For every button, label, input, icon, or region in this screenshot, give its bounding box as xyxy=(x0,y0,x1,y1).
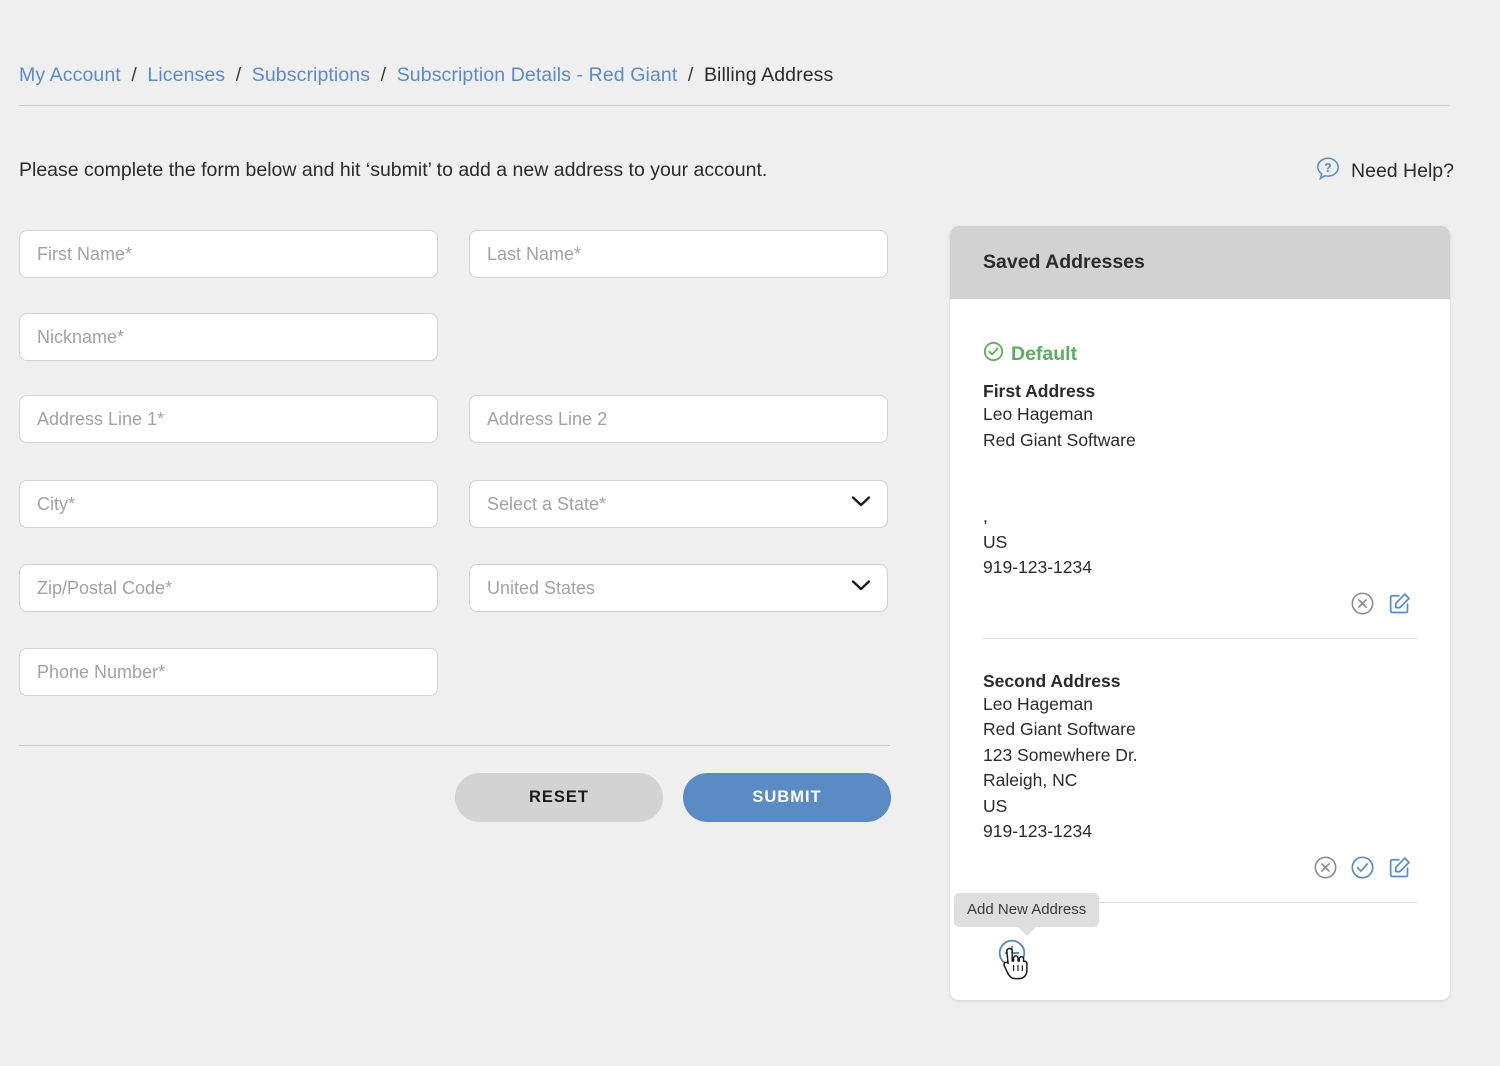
need-help-link[interactable]: ? Need Help? xyxy=(1314,155,1454,188)
address-line: 919-123-1234 xyxy=(983,821,1092,841)
address-line xyxy=(983,479,1417,505)
address-line: 123 Somewhere Dr. xyxy=(983,744,1138,765)
breadcrumb-item-subscriptions[interactable]: Subscriptions xyxy=(252,64,370,86)
default-status-badge: Default xyxy=(983,341,1417,367)
question-bubble-icon: ? xyxy=(1314,155,1342,188)
zip-placeholder: Zip/Postal Code* xyxy=(37,577,173,598)
add-new-address-button[interactable] xyxy=(997,938,1027,968)
phone-placeholder: Phone Number* xyxy=(37,661,166,682)
nickname-placeholder: Nickname* xyxy=(37,326,125,347)
add-new-address-tooltip: Add New Address xyxy=(954,892,1100,936)
address-line: 919-123-1234 xyxy=(983,557,1092,577)
page-instruction: Please complete the form below and hit ‘… xyxy=(19,159,768,181)
address-line xyxy=(983,453,1417,479)
address-line: Red Giant Software xyxy=(983,429,1136,450)
add-new-address-row: Add New Address xyxy=(954,892,1417,995)
address-line-2-input[interactable]: Address Line 2 xyxy=(469,395,888,443)
delete-address-icon[interactable] xyxy=(1313,855,1338,880)
address-actions xyxy=(983,855,1417,880)
default-badge-label: Default xyxy=(1011,342,1078,365)
state-select[interactable]: Select a State* xyxy=(469,480,888,528)
first-name-input[interactable]: First Name* xyxy=(19,230,438,278)
country-select[interactable]: United States xyxy=(469,564,888,612)
address-actions xyxy=(983,591,1417,616)
delete-address-icon[interactable] xyxy=(1350,591,1375,616)
address-line: US xyxy=(983,531,1008,552)
address-line: Leo Hageman xyxy=(983,404,1093,424)
address-line: US xyxy=(983,795,1008,816)
form-actions: RESET SUBMIT xyxy=(455,773,891,822)
state-select-value: Select a State* xyxy=(487,493,607,514)
check-circle-icon xyxy=(983,341,1004,367)
last-name-placeholder: Last Name* xyxy=(487,243,582,264)
address-line: Red Giant Software xyxy=(983,719,1136,739)
edit-address-icon[interactable] xyxy=(1387,591,1412,616)
saved-address-entry: Default First Address Leo Hageman Red Gi… xyxy=(983,341,1417,639)
zip-input[interactable]: Zip/Postal Code* xyxy=(19,564,438,612)
address-nickname: First Address xyxy=(983,381,1096,401)
saved-addresses-header: Saved Addresses xyxy=(950,226,1450,299)
breadcrumb-separator: / xyxy=(687,64,694,86)
address-entry-divider xyxy=(983,637,1417,639)
saved-address-entry: Second Address Leo Hageman Red Giant Sof… xyxy=(983,671,1417,903)
breadcrumb-divider xyxy=(19,105,1449,106)
address-line: Raleigh, NC xyxy=(983,770,1078,790)
address-line-1-placeholder: Address Line 1* xyxy=(37,408,165,429)
breadcrumb-separator: / xyxy=(380,64,387,86)
city-placeholder: City* xyxy=(37,493,76,514)
nickname-input[interactable]: Nickname* xyxy=(19,313,438,361)
set-default-address-icon[interactable] xyxy=(1350,855,1375,880)
city-input[interactable]: City* xyxy=(19,480,438,528)
address-nickname: Second Address xyxy=(983,670,1121,691)
chevron-down-icon xyxy=(851,579,871,597)
phone-input[interactable]: Phone Number* xyxy=(19,648,438,696)
breadcrumb-separator: / xyxy=(131,64,137,86)
saved-addresses-body: Default First Address Leo Hageman Red Gi… xyxy=(950,341,1450,995)
edit-address-icon[interactable] xyxy=(1387,855,1412,880)
address-line: , xyxy=(983,506,988,526)
address-line-1-input[interactable]: Address Line 1* xyxy=(19,395,438,443)
form-divider xyxy=(19,745,890,746)
country-select-value: United States xyxy=(487,577,596,598)
chevron-down-icon xyxy=(851,495,871,513)
breadcrumb-separator: / xyxy=(235,64,242,86)
breadcrumb-item-licenses[interactable]: Licenses xyxy=(147,64,225,86)
breadcrumb-item-subscription-details[interactable]: Subscription Details - Red Giant xyxy=(397,64,678,86)
address-line-2-placeholder: Address Line 2 xyxy=(487,408,608,429)
address-line: Leo Hageman xyxy=(983,693,1093,714)
submit-button[interactable]: SUBMIT xyxy=(683,773,891,822)
breadcrumb-item-billing-address: Billing Address xyxy=(703,64,834,86)
breadcrumb: My Account / Licenses / Subscriptions / … xyxy=(19,64,833,87)
saved-addresses-panel: Saved Addresses Default First Address Le… xyxy=(950,226,1450,1000)
first-name-placeholder: First Name* xyxy=(37,243,133,264)
reset-button[interactable]: RESET xyxy=(455,773,663,822)
need-help-label: Need Help? xyxy=(1351,160,1454,182)
last-name-input[interactable]: Last Name* xyxy=(469,230,888,278)
breadcrumb-item-my-account[interactable]: My Account xyxy=(19,64,121,86)
saved-addresses-title: Saved Addresses xyxy=(983,251,1145,273)
svg-text:?: ? xyxy=(1324,161,1332,175)
